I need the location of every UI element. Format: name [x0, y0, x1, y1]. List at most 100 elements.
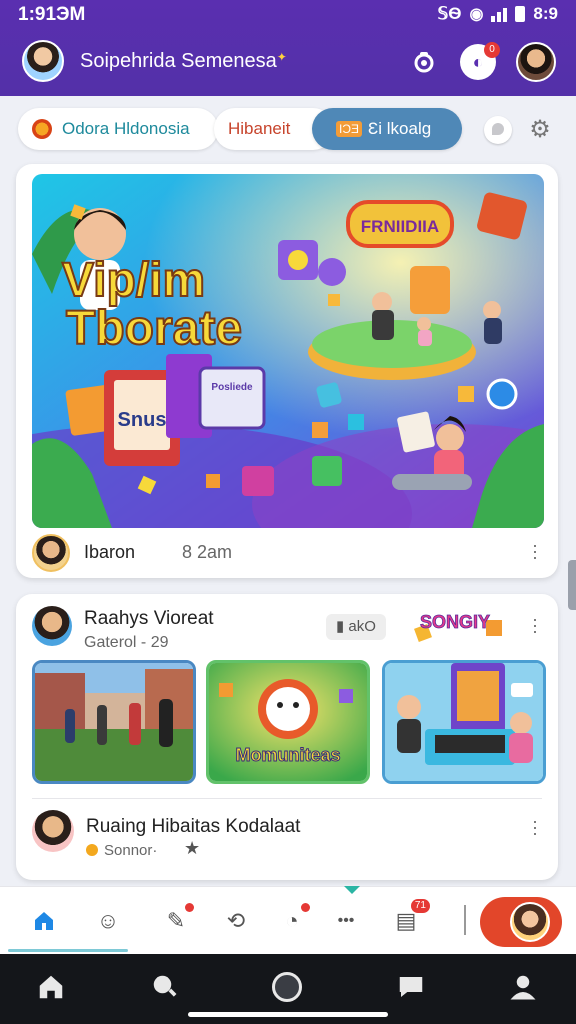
chat-bubble-icon: ☺: [96, 908, 120, 933]
status-icons: 𝕊Ѳ: [437, 4, 462, 23]
tab-explore[interactable]: ⟲: [220, 905, 252, 937]
community-icon: [32, 119, 52, 139]
community-poster-image: Momuniteas: [209, 663, 367, 781]
chip-label: Hibaneit: [228, 119, 291, 138]
tab-more[interactable]: •••: [330, 905, 362, 937]
post-title[interactable]: Ruaing Hibaitas Kodalaat: [86, 816, 300, 838]
tab-create[interactable]: ✎: [160, 903, 194, 937]
post-author-name[interactable]: Ibaron: [84, 542, 135, 563]
tab-community[interactable]: ☺: [92, 905, 124, 937]
tab-notifications[interactable]: ◔: [276, 903, 310, 937]
gesture-home-bar[interactable]: [188, 1012, 388, 1017]
more-vert-icon: · · ·: [532, 811, 538, 843]
profile-avatar: [510, 902, 550, 942]
chip-selected[interactable]: IƆƎ Ɛi lkoalg: [312, 108, 462, 150]
pin-icon[interactable]: ★: [184, 838, 200, 859]
notification-dot: [185, 903, 194, 912]
circle-icon: [272, 972, 302, 1002]
account-avatar[interactable]: [516, 42, 556, 82]
nav-profile-button[interactable]: [506, 970, 540, 1004]
banner-sign-text: FRNIIDIIA: [361, 217, 439, 236]
page-title-text: Soipehrida Semenesa: [80, 50, 277, 72]
nav-center-button[interactable]: [270, 970, 304, 1004]
chat-icon: [399, 977, 423, 997]
sparkle-icon: ✦: [276, 50, 287, 64]
banner-screen-label-2: Posliede: [211, 382, 253, 393]
post-author-avatar[interactable]: [32, 534, 70, 572]
promo-text: SONGIY: [420, 612, 490, 632]
post-menu-button[interactable]: · · ·: [532, 812, 538, 842]
messages-badge: 0: [484, 42, 500, 58]
notification-dot: [301, 903, 310, 912]
post-thumbnail[interactable]: Momuniteas: [206, 660, 370, 784]
camera-icon: [414, 52, 434, 73]
search-icon: [153, 975, 177, 997]
post-title[interactable]: Raahys Vioreat: [84, 608, 214, 630]
nav-home-button[interactable]: [34, 970, 68, 1004]
post-timestamp: 8 2am: [182, 542, 233, 562]
wifi-icon: ◉: [469, 6, 484, 23]
chat-icon: ◐: [472, 51, 484, 72]
chip-tag: IƆƎ: [336, 121, 363, 137]
banner-headline-2: Tborate: [66, 302, 242, 355]
divider: [32, 798, 542, 799]
chip-community[interactable]: Odora Hldonosia: [18, 108, 218, 150]
scrollbar-thumb[interactable]: [568, 560, 576, 610]
post-subtitle: Sonnor·: [86, 842, 157, 859]
chip-label: Odora Hldonosia: [62, 119, 190, 138]
coin-icon: [86, 844, 98, 856]
profile-fab-button[interactable]: [480, 897, 562, 947]
featured-banner-image[interactable]: FRNIIDIIA Vip/im Tborate Snus Posliede: [32, 174, 544, 528]
page-title: Soipehrida Semenesa✦: [80, 50, 287, 73]
post-author-avatar[interactable]: [32, 606, 72, 646]
home-icon: [39, 975, 63, 999]
chip-label: Ɛi lkoalg: [368, 119, 432, 138]
post-tag-pill[interactable]: ▮ akO: [326, 614, 386, 640]
messages-button[interactable]: ◐ 0: [460, 42, 500, 80]
location-button[interactable]: [484, 116, 512, 144]
laptop-scene-image: [385, 663, 543, 781]
settings-button[interactable]: ⚙: [526, 116, 554, 144]
app-tab-bar: ☺ ✎ ⟲ ◔ ••• ▤ 71: [0, 886, 576, 954]
feed-card-group[interactable]: Raahys Vioreat Gaterol - 29 ▮ akO SONGIY…: [16, 594, 558, 880]
active-indicator: [344, 886, 360, 894]
post-thumbnail[interactable]: [382, 660, 546, 784]
profile-avatar[interactable]: [22, 40, 64, 82]
feed-card-featured[interactable]: FRNIIDIIA Vip/im Tborate Snus Posliede I…: [16, 164, 558, 578]
tab-messages[interactable]: ▤ 71: [390, 899, 430, 937]
sync-icon: ⟲: [226, 908, 246, 933]
battery-text: 8:9: [533, 4, 558, 23]
post-author-avatar[interactable]: [32, 810, 74, 852]
tab-divider: [464, 905, 466, 935]
edit-icon: ✎: [166, 908, 186, 933]
post-thumbnail[interactable]: [32, 660, 196, 784]
more-vert-icon: · · ·: [532, 535, 538, 567]
camera-button[interactable]: [406, 44, 442, 80]
messages-count-badge: 71: [410, 899, 430, 913]
home-tab-underline: [8, 949, 128, 952]
nav-search-button[interactable]: [148, 970, 182, 1004]
post-subtitle-text: Sonnor·: [104, 842, 158, 859]
post-subtitle: Gaterol - 29: [84, 634, 169, 651]
signal-icon: [491, 6, 508, 22]
banner-headline-1: Vip/im: [62, 254, 205, 307]
filter-chips: Odora Hldonosia Hibaneit IƆƎ Ɛi lkoalg ⚙: [18, 108, 558, 152]
status-bar: 1:91ЭM 𝕊Ѳ ◉ 8:9: [0, 0, 576, 30]
post-menu-button[interactable]: · · ·: [532, 536, 538, 566]
pill-label: akO: [348, 618, 376, 635]
home-icon: [35, 912, 53, 930]
post-menu-button[interactable]: · · ·: [532, 610, 538, 640]
person-icon: [510, 975, 536, 1000]
photo-street-image: [35, 663, 193, 781]
thumbnail-caption: Momuniteas: [235, 745, 340, 765]
status-time: 1:91ЭM: [18, 4, 86, 25]
banner-illustration: FRNIIDIIA Vip/im Tborate Snus Posliede: [32, 174, 544, 528]
promo-sticker: SONGIY: [414, 612, 502, 642]
pill-icon: ▮: [336, 618, 349, 635]
banner-screen-label: Snus: [118, 409, 167, 431]
tab-home[interactable]: [28, 905, 60, 937]
nav-chat-button[interactable]: [394, 970, 428, 1004]
gear-icon: ⚙: [529, 116, 551, 143]
bell-icon: ◔: [285, 908, 299, 933]
more-horiz-icon: •••: [337, 912, 355, 929]
